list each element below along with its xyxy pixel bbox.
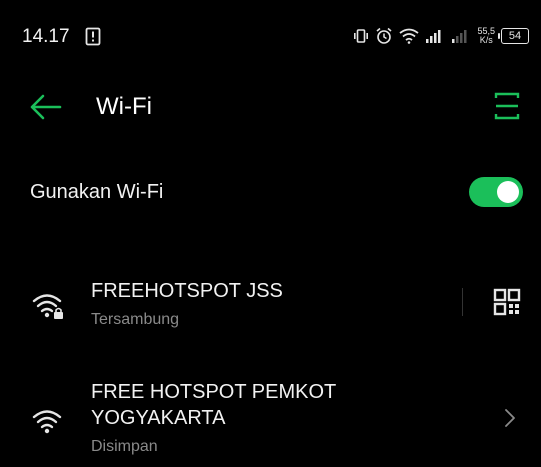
wifi-toggle-switch[interactable]	[469, 177, 523, 207]
wifi-status-icon	[399, 28, 420, 44]
use-wifi-label: Gunakan Wi-Fi	[30, 181, 164, 203]
chevron-right-icon[interactable]	[503, 408, 517, 428]
use-wifi-row[interactable]: Gunakan Wi-Fi	[0, 165, 541, 219]
network-name-line1: FREE HOTSPOT PEMKOT	[91, 381, 337, 403]
back-arrow-icon[interactable]	[28, 92, 62, 122]
network-name: FREEHOTSPOT JSS	[91, 280, 283, 302]
notification-icon	[85, 27, 101, 46]
status-time: 14.17	[22, 26, 70, 47]
page-title: Wi-Fi	[96, 93, 152, 120]
network-item-pemkot-yogyakarta[interactable]: FREE HOTSPOT PEMKOT YOGYAKARTA Disimpan	[0, 378, 541, 467]
status-bar: 14.17 55,5 K/s 54	[0, 0, 541, 66]
wifi-icon	[32, 410, 62, 434]
row-divider	[462, 288, 463, 316]
network-item-freehotspot-jss[interactable]: FREEHOTSPOT JSS Tersambung	[0, 268, 541, 348]
wifi-settings-screen: 14.17 55,5 K/s 54 Wi-Fi Gunakan Wi-Fi FR…	[0, 0, 541, 467]
wifi-secured-icon	[32, 294, 63, 319]
battery-level: 54	[508, 30, 522, 42]
vibrate-icon	[354, 29, 369, 43]
signal-sim2-icon	[452, 30, 467, 43]
battery-icon: 54	[498, 28, 529, 44]
status-icons: 55,5 K/s 54	[353, 24, 529, 48]
app-header: Wi-Fi	[0, 80, 541, 134]
network-speed: 55,5 K/s	[477, 27, 495, 45]
toggle-knob	[497, 181, 519, 203]
network-name-line2: YOGYAKARTA	[91, 407, 226, 429]
menu-icon[interactable]	[493, 91, 521, 121]
signal-sim1-icon	[426, 30, 441, 43]
qr-code-icon[interactable]	[493, 288, 521, 316]
network-status: Tersambung	[91, 311, 180, 328]
network-speed-unit: K/s	[479, 35, 493, 45]
alarm-icon	[376, 27, 392, 44]
network-status: Disimpan	[91, 438, 158, 455]
